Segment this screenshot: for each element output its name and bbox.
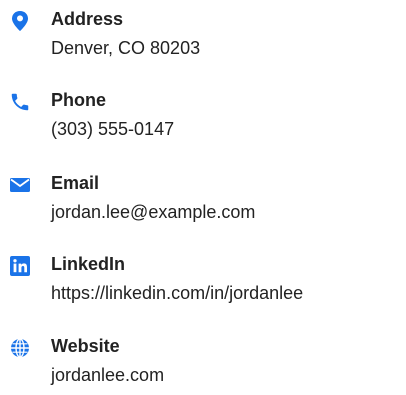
email-link[interactable]: jordan.lee@example.com	[51, 201, 255, 223]
contact-item-website: Website jordanlee.com	[0, 335, 406, 395]
contact-item-phone: Phone (303) 555-0147	[0, 89, 406, 149]
linkedin-label: LinkedIn	[51, 254, 126, 274]
envelope-icon	[9, 174, 31, 196]
contact-item-email: Email jordan.lee@example.com	[0, 172, 406, 232]
address-value: Denver, CO 80203	[51, 38, 201, 58]
phone-icon	[9, 91, 31, 113]
phone-link[interactable]: (303) 555-0147	[51, 118, 174, 140]
address-label: Address	[51, 9, 124, 29]
phone-label: Phone	[51, 90, 107, 110]
contact-list: Address Denver, CO 80203 Phone (303) 555…	[0, 0, 406, 389]
website-link[interactable]: jordanlee.com	[51, 364, 164, 386]
email-label: Email	[51, 173, 100, 193]
linkedin-icon	[9, 255, 31, 277]
contact-item-linkedin: LinkedIn https://linkedin.com/in/jordanl…	[0, 253, 406, 313]
website-label: Website	[51, 336, 120, 356]
contact-item-address: Address Denver, CO 80203	[0, 8, 406, 68]
map-pin-icon	[9, 10, 31, 32]
globe-icon	[9, 337, 31, 359]
linkedin-link[interactable]: https://linkedin.com/in/jordanlee	[51, 282, 303, 304]
